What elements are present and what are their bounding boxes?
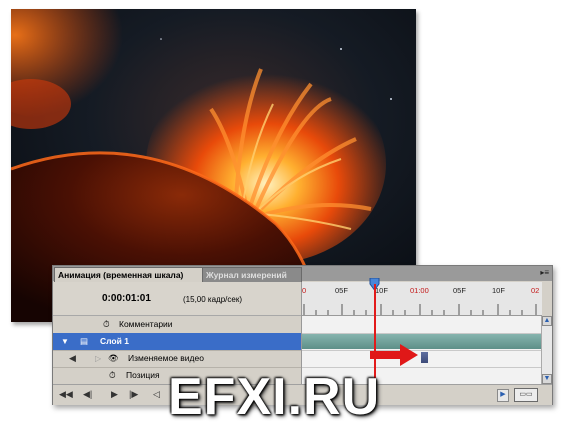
layer-row-layer1[interactable]: ▼ ▤ Слой 1 (53, 333, 301, 351)
panel-tab-bar: Анимация (временная шкала) Журнал измере… (53, 266, 552, 282)
timeline-zoom-button[interactable]: ▭▭ (514, 388, 538, 402)
ruler-label: 05F (335, 286, 348, 295)
film-icon: ▤ (80, 336, 89, 346)
next-keyframe-icon[interactable]: ▷ (95, 350, 101, 367)
first-frame-icon[interactable]: ◀◀ (59, 389, 73, 399)
prev-frame-icon[interactable]: ◀| (83, 389, 92, 399)
eye-icon[interactable]: 👁 (108, 350, 119, 367)
video-keyframe-marker[interactable] (421, 352, 428, 363)
scroll-down-button[interactable]: ▼ (542, 374, 552, 384)
watermark-text: EFXI.RU (168, 368, 381, 426)
frame-rate-label: (15,00 кадр/сек) (183, 295, 242, 304)
video-row[interactable]: ◀ ▷ 👁 Изменяемое видео (53, 350, 301, 368)
ruler-label: 02 (531, 286, 540, 295)
next-frame-icon[interactable]: |▶ (129, 389, 138, 399)
audio-icon[interactable]: ◁ (153, 389, 160, 399)
comments-label: Комментарии (119, 319, 173, 329)
prev-keyframe-icon[interactable]: ◀ (69, 350, 76, 367)
timeline-header: 0:00:01:01 (15,00 кадр/сек) (53, 282, 301, 316)
tab-measurement-log[interactable]: Журнал измерений (202, 267, 302, 282)
video-label: Изменяемое видео (128, 353, 204, 363)
red-arrow-icon (370, 344, 418, 366)
track-separator (302, 350, 542, 351)
ruler-label-current: 01:00 (410, 286, 429, 295)
layer-name-label: Слой 1 (100, 336, 129, 346)
panel-menu-icon[interactable]: ▸≡ (540, 269, 549, 277)
vertical-scrollbar[interactable]: ▲ ▼ (541, 316, 552, 384)
time-ruler[interactable]: 0 05F 10F 01:00 05F 10F 02 (301, 282, 542, 316)
scroll-up-button[interactable]: ▲ (542, 316, 552, 326)
position-label: Позиция (126, 370, 160, 380)
ruler-label: 10F (492, 286, 505, 295)
comments-row[interactable]: ⏱ Комментарии (53, 316, 301, 334)
play-icon[interactable]: ▶ (111, 389, 118, 399)
ruler-label: 05F (453, 286, 466, 295)
stopwatch-icon[interactable]: ⏱ (109, 367, 116, 384)
current-time-display[interactable]: 0:00:01:01 (102, 293, 151, 304)
layer1-duration-bar[interactable] (302, 334, 542, 349)
scroll-right-button[interactable]: ▶ (497, 389, 509, 402)
triangle-down-icon[interactable]: ▼ (61, 333, 69, 350)
stopwatch-icon[interactable]: ⏱ (103, 316, 110, 333)
ruler-label: 0 (302, 286, 307, 295)
tab-animation-timeline[interactable]: Анимация (временная шкала) (54, 267, 206, 282)
